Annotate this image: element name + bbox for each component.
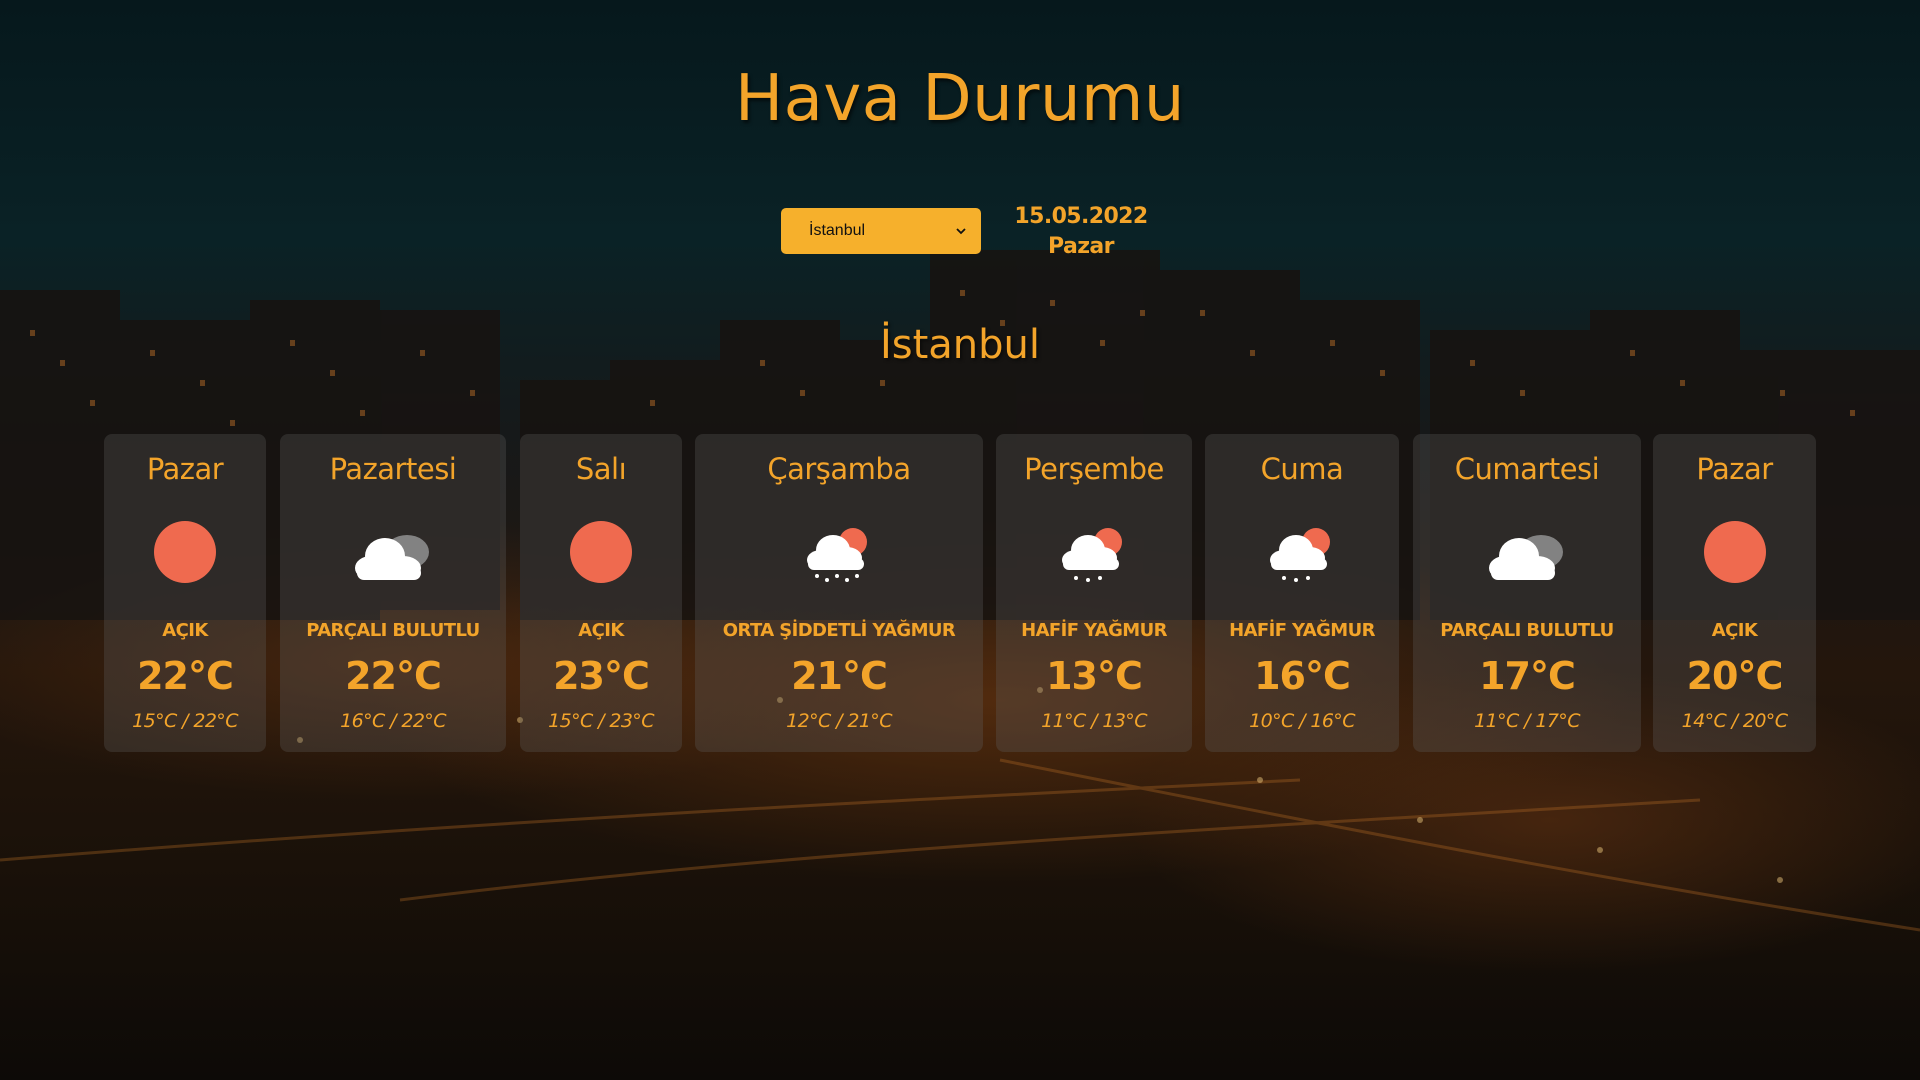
forecast-card: Perşembe HAFİF YAĞMUR 13°C 11°C / 13°C	[996, 434, 1192, 752]
forecast-day: Çarşamba	[767, 452, 911, 486]
forecast-temperature: 13°C	[1046, 654, 1143, 698]
forecast-day: Pazartesi	[329, 452, 457, 486]
forecast-description: HAFİF YAĞMUR	[1229, 620, 1375, 641]
forecast-range: 11°C / 13°C	[1041, 710, 1147, 732]
forecast-day: Pazar	[1696, 452, 1773, 486]
forecast-card: Pazar AÇIK 22°C 15°C / 22°C	[104, 434, 266, 752]
rain-icon	[1062, 528, 1122, 582]
forecast-temperature: 17°C	[1479, 654, 1576, 698]
forecast-day: Perşembe	[1024, 452, 1164, 486]
sun-icon	[154, 521, 216, 583]
forecast-range: 14°C / 20°C	[1681, 710, 1788, 732]
forecast-description: AÇIK	[578, 620, 624, 641]
forecast-card: Çarşamba ORTA ŞİDDETLİ YAĞMUR 21°C 12°C …	[695, 434, 983, 752]
forecast-description: PARÇALI BULUTLU	[306, 620, 480, 641]
forecast-description: HAFİF YAĞMUR	[1021, 620, 1167, 641]
chevron-down-icon	[956, 228, 966, 235]
forecast-range: 12°C / 21°C	[786, 710, 892, 732]
current-weekday: Pazar	[1048, 234, 1114, 259]
forecast-range: 15°C / 23°C	[548, 710, 654, 732]
forecast-day: Cumartesi	[1454, 452, 1600, 486]
forecast-range: 11°C / 17°C	[1474, 710, 1580, 732]
forecast-day: Cuma	[1260, 452, 1344, 486]
city-select-value: İstanbul	[809, 222, 866, 239]
rain-icon	[807, 528, 867, 582]
weather-page: Hava Durumu İstanbul 15.05.2022 Pazar İs…	[0, 0, 1920, 1080]
partly-cloudy-icon	[1489, 535, 1563, 580]
sun-icon	[570, 521, 632, 583]
forecast-range: 10°C / 16°C	[1249, 710, 1355, 732]
forecast-description: ORTA ŞİDDETLİ YAĞMUR	[722, 620, 956, 641]
forecast-card: Salı AÇIK 23°C 15°C / 23°C	[520, 434, 682, 752]
current-date: 15.05.2022	[1014, 204, 1148, 229]
city-select[interactable]: İstanbul	[781, 208, 981, 254]
page-title: Hava Durumu	[735, 62, 1185, 136]
rain-icon	[1270, 528, 1330, 582]
forecast-card: Cumartesi PARÇALI BULUTLU 17°C 11°C / 17…	[1413, 434, 1641, 752]
city-heading: İstanbul	[879, 322, 1041, 368]
forecast-description: PARÇALI BULUTLU	[1440, 620, 1614, 641]
forecast-card: Pazar AÇIK 20°C 14°C / 20°C	[1653, 434, 1816, 752]
forecast-description: AÇIK	[162, 620, 208, 641]
sun-icon	[1703, 521, 1766, 583]
date-display: 15.05.2022 Pazar	[1000, 202, 1162, 262]
forecast-range: 15°C / 22°C	[132, 710, 238, 732]
forecast-description: AÇIK	[1711, 620, 1758, 641]
forecast-card: Cuma HAFİF YAĞMUR 16°C 10°C / 16°C	[1205, 434, 1399, 752]
forecast-temperature: 22°C	[137, 654, 234, 698]
forecast-temperature: 20°C	[1686, 654, 1784, 698]
forecast-day: Pazar	[146, 452, 224, 486]
forecast-temperature: 22°C	[345, 654, 442, 698]
forecast-temperature: 16°C	[1254, 654, 1351, 698]
forecast-day: Salı	[575, 452, 627, 486]
forecast-temperature: 23°C	[553, 654, 650, 698]
forecast-temperature: 21°C	[791, 654, 888, 698]
forecast-range: 16°C / 22°C	[340, 710, 446, 732]
partly-cloudy-icon	[355, 535, 429, 580]
forecast-card: Pazartesi PARÇALI BULUTLU 22°C 16°C / 22…	[280, 434, 506, 752]
